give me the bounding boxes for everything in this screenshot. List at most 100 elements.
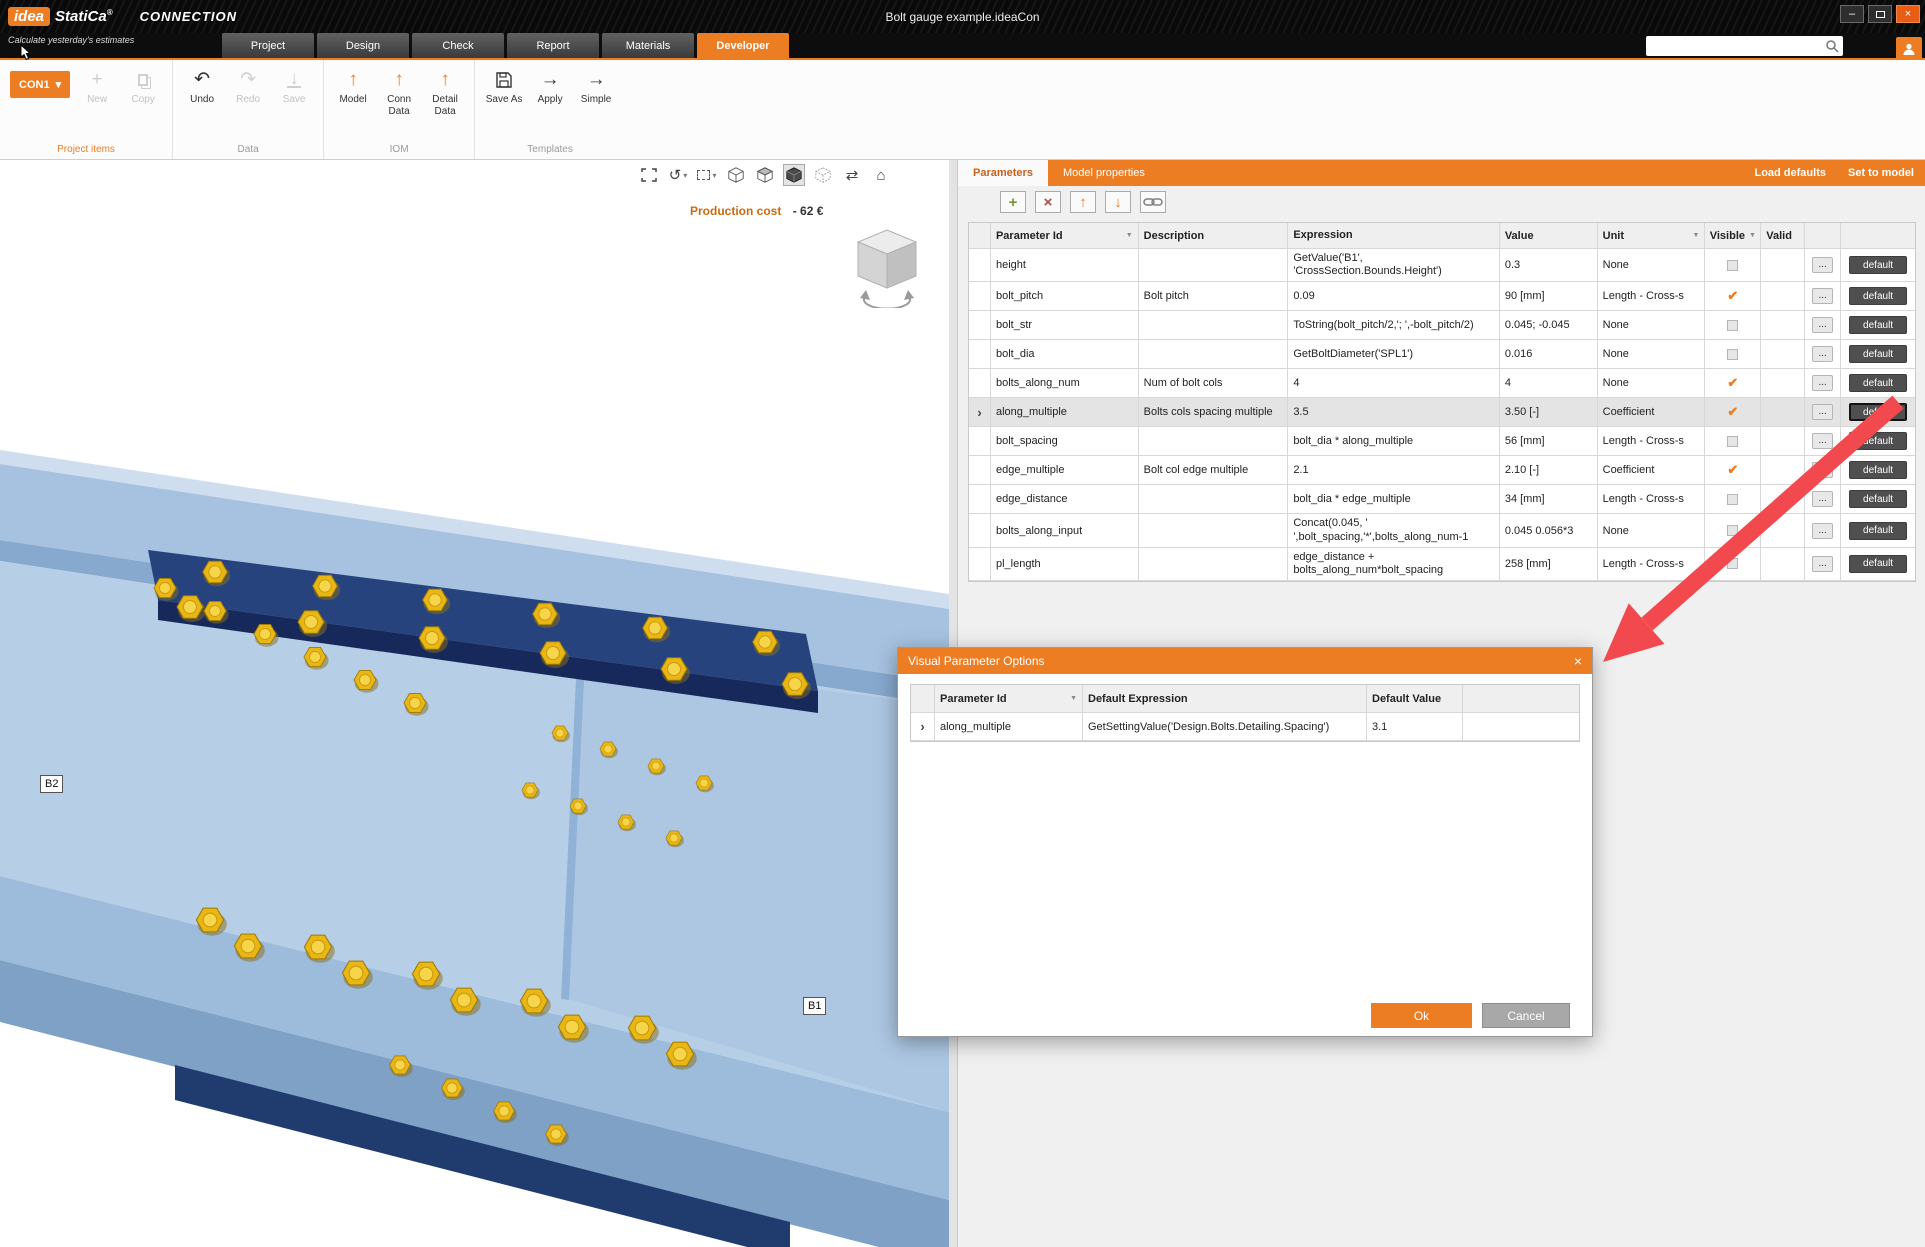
header-description[interactable]: Description: [1139, 223, 1289, 249]
cell-expression[interactable]: GetValue('B1', 'CrossSection.Bounds.Heig…: [1288, 249, 1500, 282]
tab-materials[interactable]: Materials: [602, 33, 694, 58]
cell-unit[interactable]: Length - Cross-s: [1598, 548, 1706, 581]
cell-unit[interactable]: None: [1598, 249, 1706, 282]
cell-unit[interactable]: None: [1598, 369, 1706, 398]
cell-param-id[interactable]: height: [991, 249, 1139, 282]
load-defaults-button[interactable]: Load defaults: [1743, 160, 1837, 186]
solid-view-button[interactable]: [783, 164, 805, 186]
cell-unit[interactable]: None: [1598, 514, 1706, 547]
cancel-button[interactable]: Cancel: [1482, 1003, 1570, 1028]
tab-project[interactable]: Project: [222, 33, 314, 58]
visible-checkbox[interactable]: [1727, 525, 1738, 536]
default-button[interactable]: default: [1849, 316, 1907, 334]
conn-data-button[interactable]: ↑ Conn Data: [380, 68, 418, 117]
cell-expression[interactable]: ToString(bolt_pitch/2,'; ',-bolt_pitch/2…: [1288, 311, 1500, 340]
cell-unit[interactable]: Length - Cross-s: [1598, 485, 1706, 514]
cell-param-id[interactable]: along_multiple: [935, 713, 1083, 741]
cell-param-id[interactable]: bolts_along_num: [991, 369, 1139, 398]
close-button[interactable]: ×: [1896, 5, 1920, 23]
wireframe-view-button[interactable]: [725, 164, 747, 186]
cell-expression[interactable]: GetBoltDiameter('SPL1'): [1288, 340, 1500, 369]
cell-param-id[interactable]: bolt_dia: [991, 340, 1139, 369]
flip-view-button[interactable]: ⇄: [841, 164, 863, 186]
cell-description[interactable]: [1139, 514, 1289, 547]
visible-checkbox[interactable]: [1727, 349, 1738, 360]
default-button[interactable]: default: [1849, 490, 1907, 508]
more-button[interactable]: ...: [1812, 404, 1833, 420]
add-parameter-button[interactable]: +: [1000, 191, 1026, 213]
table-row-pl-length[interactable]: pl_length edge_distance + bolts_along_nu…: [969, 548, 1915, 581]
more-button[interactable]: ...: [1812, 375, 1833, 391]
new-button[interactable]: + New: [78, 68, 116, 106]
visible-checkbox[interactable]: [1727, 260, 1738, 271]
header-default-expression[interactable]: Default Expression: [1083, 685, 1367, 713]
more-button[interactable]: ...: [1812, 288, 1833, 304]
row-expander-icon[interactable]: ›: [977, 405, 981, 420]
region-select-button[interactable]: ▾: [696, 164, 718, 186]
cell-description[interactable]: [1139, 548, 1289, 581]
tab-design[interactable]: Design: [317, 33, 409, 58]
transparent-view-button[interactable]: [812, 164, 834, 186]
tab-model-properties[interactable]: Model properties: [1048, 160, 1160, 186]
search-input[interactable]: [1650, 40, 1825, 52]
header-expression[interactable]: Expression: [1288, 223, 1500, 249]
table-row-edge-multiple[interactable]: edge_multiple Bolt col edge multiple 2.1…: [969, 456, 1915, 485]
row-expander-icon[interactable]: ›: [920, 719, 924, 734]
cell-description[interactable]: Bolts cols spacing multiple: [1139, 398, 1289, 427]
move-down-button[interactable]: ↓: [1105, 191, 1131, 213]
visible-checkbox[interactable]: ✔: [1727, 404, 1738, 420]
cell-description[interactable]: [1139, 485, 1289, 514]
cell-unit[interactable]: None: [1598, 340, 1706, 369]
save-as-button[interactable]: Save As: [485, 68, 523, 106]
cell-param-id[interactable]: edge_multiple: [991, 456, 1139, 485]
table-row-bolt-str[interactable]: bolt_str ToString(bolt_pitch/2,'; ',-bol…: [969, 311, 1915, 340]
cell-expression[interactable]: bolt_dia * edge_multiple: [1288, 485, 1500, 514]
default-button[interactable]: default: [1849, 461, 1907, 479]
default-button[interactable]: default: [1849, 287, 1907, 305]
con1-dropdown[interactable]: CON1▾: [10, 71, 70, 98]
visible-checkbox[interactable]: [1727, 436, 1738, 447]
cell-expression[interactable]: 2.1: [1288, 456, 1500, 485]
cell-expression[interactable]: edge_distance + bolts_along_num*bolt_spa…: [1288, 548, 1500, 581]
cell-description[interactable]: [1139, 340, 1289, 369]
home-view-button[interactable]: ⌂: [870, 164, 892, 186]
cell-description[interactable]: [1139, 427, 1289, 456]
cell-param-id[interactable]: along_multiple: [991, 398, 1139, 427]
visible-checkbox[interactable]: [1727, 320, 1738, 331]
default-button[interactable]: default: [1849, 374, 1907, 392]
cell-unit[interactable]: None: [1598, 311, 1706, 340]
more-button[interactable]: ...: [1812, 523, 1833, 539]
account-button[interactable]: [1896, 37, 1922, 60]
default-button[interactable]: default: [1849, 522, 1907, 540]
beam-label-b2[interactable]: B2: [40, 775, 63, 793]
tab-developer[interactable]: Developer: [697, 33, 789, 58]
cell-default-expression[interactable]: GetSettingValue('Design.Bolts.Detailing.…: [1083, 713, 1367, 741]
tab-parameters[interactable]: Parameters: [958, 160, 1048, 186]
default-button[interactable]: default: [1849, 256, 1907, 274]
minimize-button[interactable]: –: [1840, 5, 1864, 23]
cell-description[interactable]: [1139, 311, 1289, 340]
visible-checkbox[interactable]: ✔: [1727, 375, 1738, 391]
default-button[interactable]: default: [1849, 345, 1907, 363]
filter-icon[interactable]: ▼: [1745, 232, 1756, 239]
table-row-height[interactable]: height GetValue('B1', 'CrossSection.Boun…: [969, 249, 1915, 282]
detail-data-button[interactable]: ↑ Detail Data: [426, 68, 464, 117]
default-button[interactable]: default: [1849, 555, 1907, 573]
visible-checkbox[interactable]: ✔: [1727, 462, 1738, 478]
more-button[interactable]: ...: [1812, 433, 1833, 449]
apply-button[interactable]: → Apply: [531, 68, 569, 106]
table-row-bolt-dia[interactable]: bolt_dia GetBoltDiameter('SPL1') 0.016 N…: [969, 340, 1915, 369]
more-button[interactable]: ...: [1812, 491, 1833, 507]
rotate-view-button[interactable]: ↺ ▾: [667, 164, 689, 186]
table-row-bolt-pitch[interactable]: bolt_pitch Bolt pitch 0.09 90 [mm] Lengt…: [969, 282, 1915, 311]
dialog-title-bar[interactable]: Visual Parameter Options ×: [898, 648, 1592, 674]
dialog-table-row[interactable]: › along_multiple GetSettingValue('Design…: [911, 713, 1579, 741]
filter-icon[interactable]: ▼: [1066, 695, 1077, 702]
default-button[interactable]: default: [1849, 432, 1907, 450]
beam-label-b1[interactable]: B1: [803, 997, 826, 1015]
cell-param-id[interactable]: bolt_pitch: [991, 282, 1139, 311]
visible-checkbox[interactable]: ✔: [1727, 288, 1738, 304]
cell-expression[interactable]: Concat(0.045, ' ',bolt_spacing,'*',bolts…: [1288, 514, 1500, 547]
cell-param-id[interactable]: pl_length: [991, 548, 1139, 581]
save-button[interactable]: ↓ Save: [275, 68, 313, 106]
